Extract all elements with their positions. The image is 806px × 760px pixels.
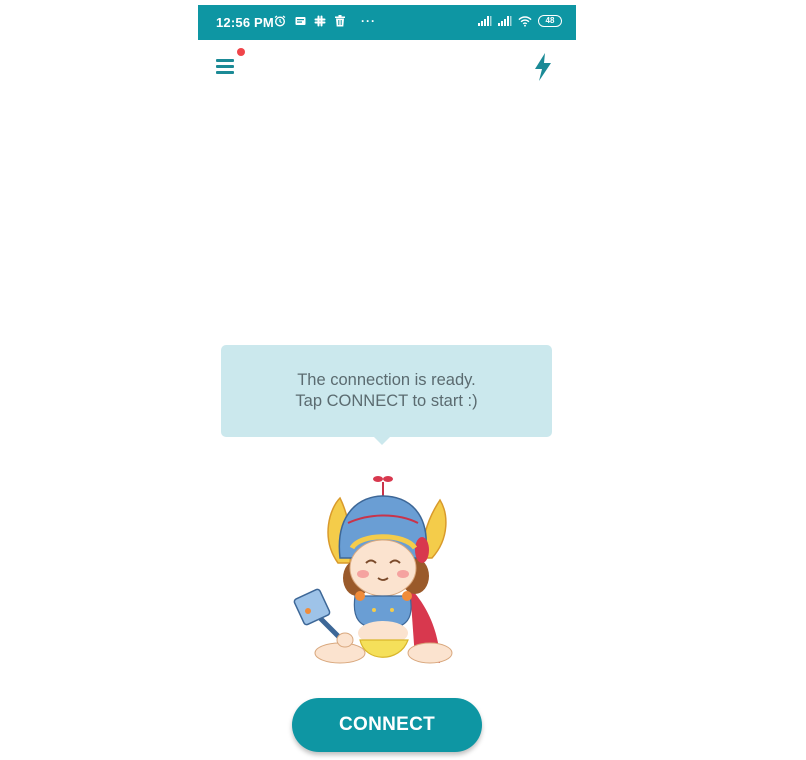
message-icon xyxy=(293,14,307,28)
notification-dot xyxy=(237,48,245,56)
status-time: 12:56 PM xyxy=(216,15,274,30)
status-bar: 12:56 PM ··· 48 xyxy=(198,5,576,40)
app-screen: 12:56 PM ··· 48 The connection is ready.… xyxy=(198,5,576,760)
more-notifications-icon: ··· xyxy=(361,14,376,28)
baby-thor-mascot xyxy=(293,476,453,664)
status-message-line1: The connection is ready. xyxy=(297,371,476,389)
slack-icon xyxy=(313,14,327,28)
alarm-icon xyxy=(273,14,287,28)
system-icons: 48 xyxy=(478,14,562,28)
status-message-line2: Tap CONNECT to start :) xyxy=(295,392,478,410)
menu-button[interactable] xyxy=(214,56,238,78)
signal-icon xyxy=(498,14,512,28)
quick-connect-button[interactable] xyxy=(532,52,554,82)
notification-icons: ··· xyxy=(273,14,376,28)
bubble-tail xyxy=(373,436,391,445)
trash-icon xyxy=(333,14,347,28)
app-bar xyxy=(198,40,576,90)
status-message-bubble: The connection is ready. Tap CONNECT to … xyxy=(221,345,552,445)
connect-button[interactable]: CONNECT xyxy=(292,698,482,752)
signal-icon xyxy=(478,14,492,28)
wifi-icon xyxy=(518,14,532,28)
lightning-bolt-icon xyxy=(535,53,551,81)
battery-indicator: 48 xyxy=(538,15,562,27)
